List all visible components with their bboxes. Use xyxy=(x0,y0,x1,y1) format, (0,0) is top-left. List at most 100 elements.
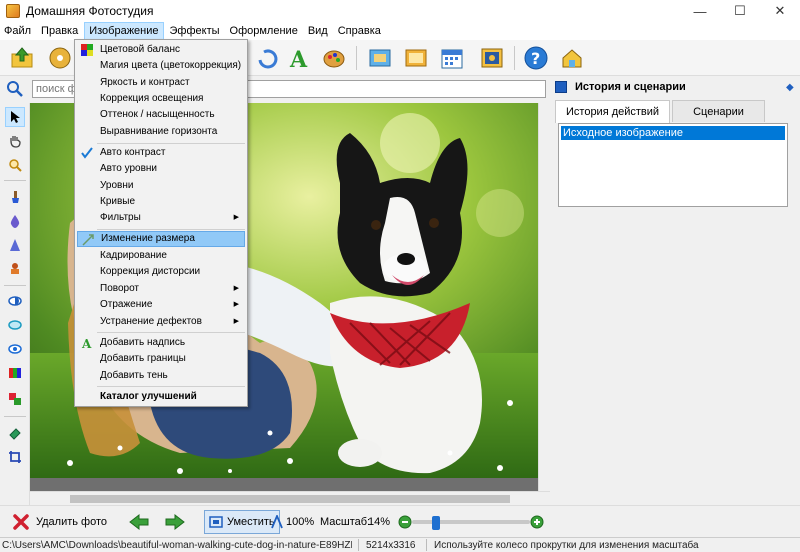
zoom-100-icon xyxy=(271,515,283,529)
help-icon[interactable]: ? xyxy=(522,44,550,72)
menu-item-curves[interactable]: Кривые xyxy=(77,194,245,210)
scrollbar-thumb[interactable] xyxy=(70,495,510,503)
menu-item-resize[interactable]: Изменение размера xyxy=(77,231,245,247)
stamp-icon[interactable] xyxy=(5,259,25,279)
app-icon xyxy=(6,4,20,18)
fit-button[interactable]: Уместить xyxy=(204,510,280,534)
menu-item-auto-levels[interactable]: Авто уровни xyxy=(77,161,245,177)
postcard-icon[interactable] xyxy=(478,44,506,72)
menu-item-add-caption[interactable]: A Добавить надпись xyxy=(77,335,245,351)
resize-icon xyxy=(82,234,94,246)
image-dimensions: 5214x3316 xyxy=(366,540,416,551)
panel-header: История и сценарии ◆ xyxy=(550,77,800,97)
panel-title: История и сценарии xyxy=(575,81,686,93)
eye-icon[interactable] xyxy=(5,315,25,335)
fit-icon xyxy=(209,516,223,528)
maximize-button[interactable]: ☐ xyxy=(720,0,760,22)
menu-item-horizon[interactable]: Выравнивание горизонта xyxy=(77,124,245,140)
search-icon[interactable] xyxy=(6,80,24,98)
menu-image[interactable]: Изображение xyxy=(84,22,164,40)
menu-item-fix-defects[interactable]: Устранение дефектов ▶ xyxy=(77,314,245,330)
close-button[interactable]: ✕ xyxy=(760,0,800,22)
history-list: Исходное изображение xyxy=(558,123,788,207)
zoom-slider[interactable] xyxy=(412,520,530,524)
pin-icon[interactable]: ◆ xyxy=(786,82,800,93)
zoom-in-icon[interactable] xyxy=(530,510,544,534)
zoom-slider-thumb[interactable] xyxy=(432,516,440,530)
svg-text:?: ? xyxy=(531,49,540,68)
menu-item-auto-contrast[interactable]: Авто контраст xyxy=(77,145,245,161)
drop-icon[interactable] xyxy=(5,211,25,231)
contrast-icon[interactable] xyxy=(5,291,25,311)
open-folder-icon[interactable] xyxy=(8,44,36,72)
rotate-icon[interactable] xyxy=(254,44,282,72)
menu-item-add-borders[interactable]: Добавить границы xyxy=(77,351,245,367)
calendar-icon[interactable] xyxy=(438,44,466,72)
horizontal-scrollbar[interactable] xyxy=(30,491,550,505)
menu-item-color-magic[interactable]: Магия цвета (цветокоррекция) xyxy=(77,58,245,74)
svg-text:A: A xyxy=(289,47,308,70)
list-item[interactable]: Исходное изображение xyxy=(561,126,785,140)
submenu-arrow-icon: ▶ xyxy=(233,285,239,292)
history-panel: История и сценарии ◆ История действий Сц… xyxy=(550,77,800,509)
menu-item-hue-saturation[interactable]: Оттенок / насыщенность xyxy=(77,107,245,123)
delete-icon xyxy=(13,514,29,530)
collage-icon[interactable] xyxy=(5,389,25,409)
palette-icon[interactable] xyxy=(320,44,348,72)
tab-history[interactable]: История действий xyxy=(555,100,671,123)
menu-view[interactable]: Вид xyxy=(304,22,332,40)
zoom-100-button[interactable]: 100% xyxy=(270,510,314,534)
left-toolbar xyxy=(0,103,30,509)
image-menu-dropdown: Цветовой баланс Магия цвета (цветокоррек… xyxy=(74,39,248,407)
menu-item-distortion[interactable]: Коррекция дисторсии xyxy=(77,264,245,280)
frame-icon[interactable] xyxy=(366,44,394,72)
submenu-arrow-icon: ▶ xyxy=(233,301,239,308)
window-title: Домашняя Фотостудия xyxy=(26,4,154,18)
brush-icon[interactable] xyxy=(5,187,25,207)
border-icon[interactable] xyxy=(402,44,430,72)
color-balance-icon xyxy=(81,44,93,56)
zoom-icon[interactable] xyxy=(5,155,25,175)
text-icon[interactable]: A xyxy=(284,44,312,72)
fit-label: Уместить xyxy=(227,516,275,528)
bottom-toolbar: Удалить фото Уместить 100% Масштаб: 14% xyxy=(0,505,800,537)
redeye-icon[interactable] xyxy=(5,339,25,359)
menu-edit[interactable]: Правка xyxy=(37,22,82,40)
menu-effects[interactable]: Эффекты xyxy=(166,22,224,40)
menu-separator xyxy=(97,143,245,144)
menu-item-add-shadow[interactable]: Добавить тень xyxy=(77,368,245,384)
tab-scenarios[interactable]: Сценарии xyxy=(672,100,765,122)
hand-icon[interactable] xyxy=(5,131,25,151)
prev-arrow-icon[interactable] xyxy=(128,510,150,534)
menu-design[interactable]: Оформление xyxy=(226,22,302,40)
menu-item-rotate[interactable]: Поворот ▶ xyxy=(77,281,245,297)
color-channels-icon[interactable] xyxy=(5,363,25,383)
menu-item-filters[interactable]: Фильтры ▶ xyxy=(77,210,245,226)
minimize-button[interactable]: — xyxy=(680,0,720,22)
vertical-scrollbar[interactable] xyxy=(538,103,550,491)
cone-icon[interactable] xyxy=(5,235,25,255)
menu-help[interactable]: Справка xyxy=(334,22,385,40)
pointer-icon[interactable] xyxy=(5,107,25,127)
next-arrow-icon[interactable] xyxy=(164,510,186,534)
menu-item-crop[interactable]: Кадрирование xyxy=(77,248,245,264)
film-icon[interactable] xyxy=(46,44,74,72)
menu-item-flip[interactable]: Отражение ▶ xyxy=(77,297,245,313)
menu-item-enhancement-catalog[interactable]: Каталог улучшений xyxy=(77,389,245,405)
menu-item-color-balance[interactable]: Цветовой баланс xyxy=(77,42,245,58)
eraser-icon[interactable] xyxy=(5,423,25,443)
crop-icon[interactable] xyxy=(5,447,25,467)
status-hint: Используйте колесо прокрутки для изменен… xyxy=(434,540,699,551)
menu-item-brightness-contrast[interactable]: Яркость и контраст xyxy=(77,75,245,91)
submenu-arrow-icon: ▶ xyxy=(233,318,239,325)
menu-file[interactable]: Файл xyxy=(0,22,35,40)
file-path: C:\Users\AMC\Downloads\beautiful-woman-w… xyxy=(2,540,352,551)
menu-item-levels[interactable]: Уровни xyxy=(77,178,245,194)
toolbar-separator xyxy=(356,46,357,70)
scale-label: Масштаб: xyxy=(320,516,371,528)
menu-separator xyxy=(97,229,245,230)
menu-item-lighting[interactable]: Коррекция освещения xyxy=(77,91,245,107)
home-icon[interactable] xyxy=(558,44,586,72)
zoom-out-icon[interactable] xyxy=(398,510,412,534)
delete-photo-button[interactable]: Удалить фото xyxy=(12,510,107,534)
